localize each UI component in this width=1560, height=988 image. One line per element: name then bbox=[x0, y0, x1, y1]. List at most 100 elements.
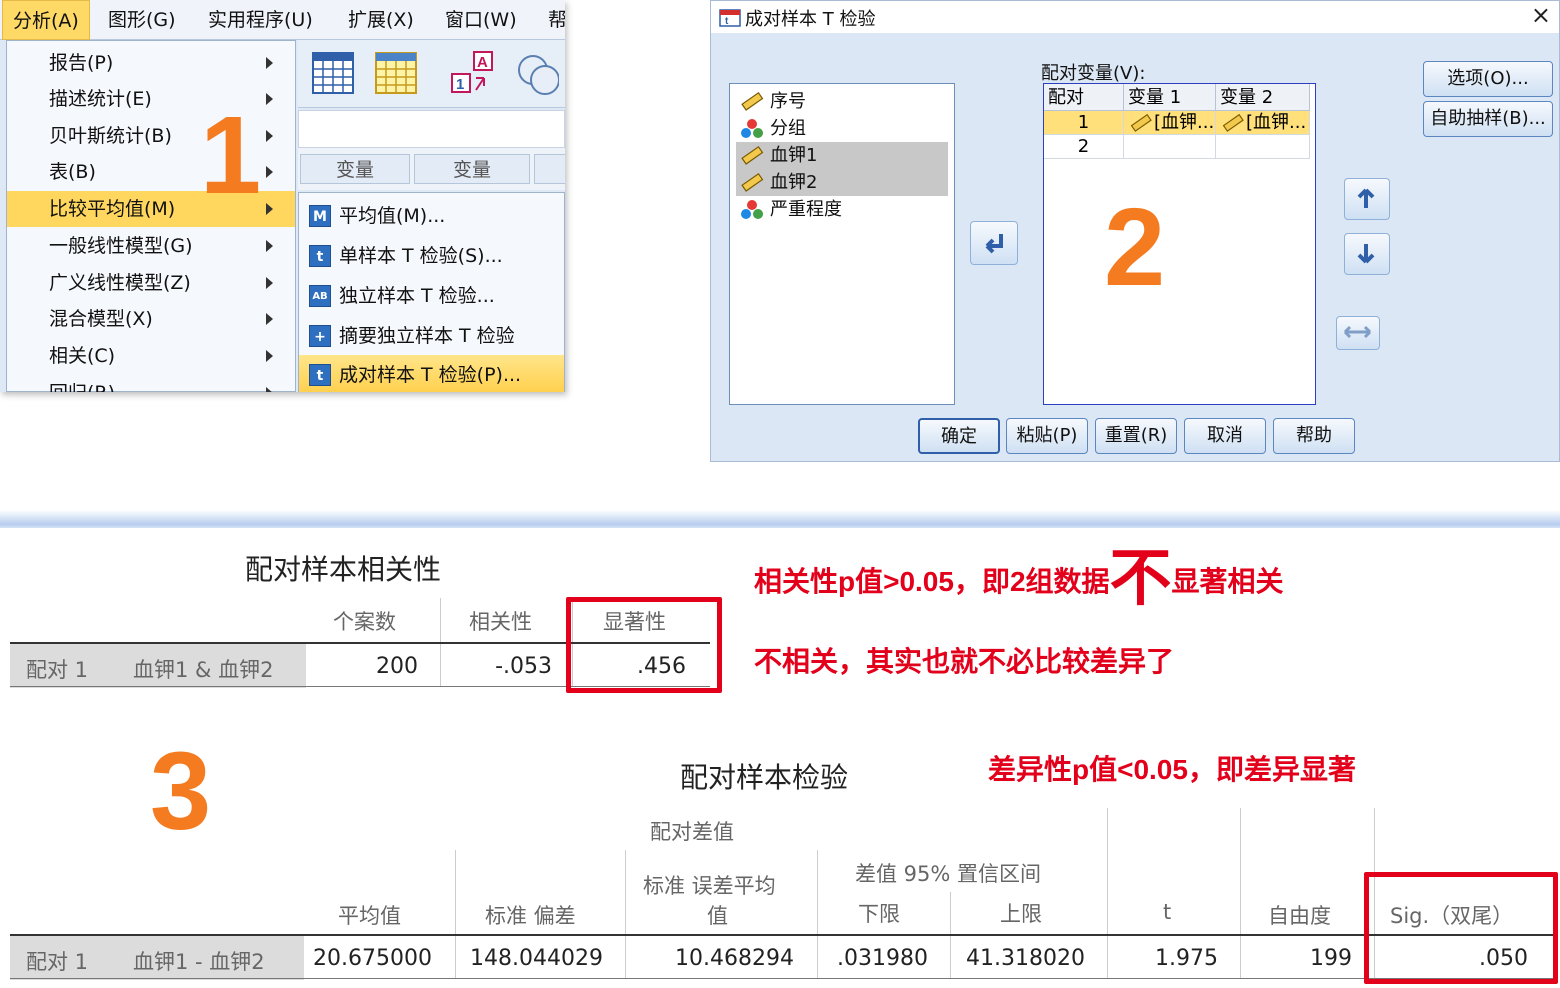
move-up-button[interactable] bbox=[1344, 178, 1390, 220]
grid-cell-var2[interactable]: [血钾... bbox=[1216, 111, 1310, 135]
ok-button[interactable]: 确定 bbox=[918, 418, 1000, 454]
bootstrap-button[interactable]: 自助抽样(B)... bbox=[1423, 101, 1553, 137]
data-view-icon[interactable] bbox=[310, 50, 356, 96]
swap-variables-button[interactable] bbox=[1336, 316, 1380, 350]
submenu-item-paired-t[interactable]: t 成对样本 T 检验(P)... bbox=[299, 355, 564, 392]
menu-item-glm[interactable]: 一般线性模型(G) bbox=[7, 228, 295, 264]
cell-editor[interactable] bbox=[298, 110, 565, 148]
test-header-t: t bbox=[1163, 900, 1172, 924]
arrow-up-icon bbox=[1357, 188, 1375, 208]
dialog-titlebar: t 成对样本 T 检验 × bbox=[711, 1, 1559, 33]
list-item[interactable]: 分组 bbox=[736, 115, 948, 142]
menu-item-label: 描述统计(E) bbox=[49, 88, 152, 110]
var-column-header[interactable]: 变量 bbox=[414, 154, 530, 184]
menu-item-correlate[interactable]: 相关(C) bbox=[7, 338, 295, 374]
paired-t-dialog: t 成对样本 T 检验 × 序号 分组 血钾1 血钾2 严重程度 配对变量(V)… bbox=[710, 0, 1560, 462]
test-cell-df: 199 bbox=[1310, 946, 1352, 971]
menu-window[interactable]: 窗口(W) bbox=[435, 0, 527, 40]
help-button[interactable]: 帮助 bbox=[1273, 418, 1355, 454]
test-table-title: 配对样本检验 bbox=[680, 761, 849, 794]
menu-utilities[interactable]: 实用程序(U) bbox=[198, 0, 323, 40]
menubar: 分析(A) 图形(G) 实用程序(U) 扩展(X) 窗口(W) 帮 bbox=[0, 0, 565, 40]
value-labels-icon[interactable]: A 1 bbox=[448, 50, 494, 96]
close-icon[interactable]: × bbox=[1531, 1, 1551, 29]
cancel-button[interactable]: 取消 bbox=[1184, 418, 1266, 454]
menu-item-label: 比较平均值(M) bbox=[49, 198, 176, 220]
toolbar: A 1 bbox=[298, 40, 565, 108]
submenu-arrow-icon bbox=[266, 387, 273, 392]
variable-name: 血钾2 bbox=[770, 172, 818, 193]
menu-item-label: 一般线性模型(G) bbox=[49, 235, 193, 257]
corr-header-n: 个案数 bbox=[333, 610, 396, 634]
menu-help[interactable]: 帮 bbox=[538, 0, 565, 40]
list-item[interactable]: 严重程度 bbox=[736, 196, 948, 223]
section-divider bbox=[0, 510, 1560, 528]
submenu-arrow-icon bbox=[266, 240, 273, 252]
menu-graphs[interactable]: 图形(G) bbox=[98, 0, 186, 40]
table-rule bbox=[10, 978, 1555, 979]
test-cell-t: 1.975 bbox=[1155, 946, 1218, 971]
menu-item-reports[interactable]: 报告(P) bbox=[7, 45, 295, 81]
corr-table-title: 配对样本相关性 bbox=[245, 553, 442, 586]
test-header-df: 自由度 bbox=[1268, 904, 1331, 928]
list-item[interactable]: 序号 bbox=[736, 88, 948, 115]
menu-item-generalized-linear[interactable]: 广义线性模型(Z) bbox=[7, 265, 295, 301]
ruler-icon bbox=[1222, 113, 1244, 132]
variable-view-icon[interactable] bbox=[373, 50, 419, 96]
test-header-upper: 上限 bbox=[1000, 902, 1042, 926]
menu-extensions[interactable]: 扩展(X) bbox=[338, 0, 424, 40]
grid-cell-pair-number[interactable]: 2 bbox=[1044, 135, 1124, 159]
submenu-item-label: 摘要独立样本 T 检验 bbox=[339, 325, 515, 347]
use-sets-icon[interactable] bbox=[513, 50, 559, 96]
reset-button[interactable]: 重置(R) bbox=[1095, 418, 1177, 454]
var-column-header[interactable]: 变量 bbox=[300, 154, 410, 184]
svg-text:A: A bbox=[477, 54, 488, 71]
menu-item-regression[interactable]: 回归(R) bbox=[7, 375, 295, 392]
sig-highlight-box bbox=[1364, 872, 1558, 984]
submenu-arrow-icon bbox=[266, 277, 273, 289]
grid-cell-var1[interactable] bbox=[1124, 135, 1216, 159]
corr-cell-n: 200 bbox=[376, 654, 418, 679]
paired-variables-grid[interactable]: 配对 变量 1 变量 2 1 [血钾... [血钾... 2 2 bbox=[1043, 83, 1316, 405]
test-row-label: 血钾1 - 血钾2 bbox=[133, 950, 265, 974]
menu-item-label: 广义线性模型(Z) bbox=[49, 272, 191, 294]
options-button[interactable]: 选项(O)... bbox=[1423, 61, 1553, 97]
submenu-item-label: 平均值(M)... bbox=[339, 205, 446, 227]
corr-cell-correlation: -.053 bbox=[495, 654, 552, 679]
move-down-button[interactable] bbox=[1344, 233, 1390, 275]
t-test-icon: t bbox=[309, 245, 331, 267]
variable-name: 分组 bbox=[770, 118, 806, 139]
submenu-item-means[interactable]: M 平均值(M)... bbox=[299, 196, 564, 236]
test-cell-sd: 148.044029 bbox=[470, 946, 603, 971]
submenu-item-one-sample-t[interactable]: t 单样本 T 检验(S)... bbox=[299, 236, 564, 276]
list-item[interactable]: 血钾1 bbox=[736, 142, 948, 169]
menu-analyze[interactable]: 分析(A) bbox=[2, 0, 90, 40]
source-variable-list[interactable]: 序号 分组 血钾1 血钾2 严重程度 bbox=[729, 83, 955, 405]
paired-variables-label: 配对变量(V): bbox=[1041, 63, 1146, 84]
test-cell-se: 10.468294 bbox=[675, 946, 794, 971]
step-number-1: 1 bbox=[200, 94, 262, 217]
submenu-arrow-icon bbox=[266, 313, 273, 325]
paste-button[interactable]: 粘贴(P) bbox=[1006, 418, 1088, 454]
test-header-lower: 下限 bbox=[858, 902, 900, 926]
dialog-app-icon: t bbox=[719, 9, 741, 27]
test-cell-mean: 20.675000 bbox=[313, 946, 432, 971]
menu-item-mixed-models[interactable]: 混合模型(X) bbox=[7, 301, 295, 337]
list-item[interactable]: 血钾2 bbox=[736, 169, 948, 196]
grid-cell-pair-number[interactable]: 1 bbox=[1044, 111, 1124, 135]
dialog-title: 成对样本 T 检验 bbox=[745, 9, 876, 30]
grid-header-pair: 配对 bbox=[1044, 84, 1124, 111]
grid-cell-var2[interactable] bbox=[1216, 135, 1310, 159]
cell-value: [血钾... bbox=[1154, 112, 1215, 133]
var-column-header[interactable] bbox=[534, 154, 565, 184]
move-to-pairs-button[interactable] bbox=[970, 221, 1018, 265]
annotation-text: 相关性p值>0.05，即2组数据 bbox=[754, 566, 1110, 597]
arrow-down-icon bbox=[1357, 244, 1375, 264]
submenu-item-summary-independent-t[interactable]: + 摘要独立样本 T 检验 bbox=[299, 316, 564, 356]
submenu-item-label: 单样本 T 检验(S)... bbox=[339, 245, 503, 267]
test-cell-lower: .031980 bbox=[837, 946, 928, 971]
grid-cell-var1[interactable]: [血钾... bbox=[1124, 111, 1216, 135]
corr-header-correlation: 相关性 bbox=[469, 610, 532, 634]
submenu-arrow-icon bbox=[266, 57, 273, 69]
submenu-item-independent-t[interactable]: AB 独立样本 T 检验... bbox=[299, 276, 564, 316]
